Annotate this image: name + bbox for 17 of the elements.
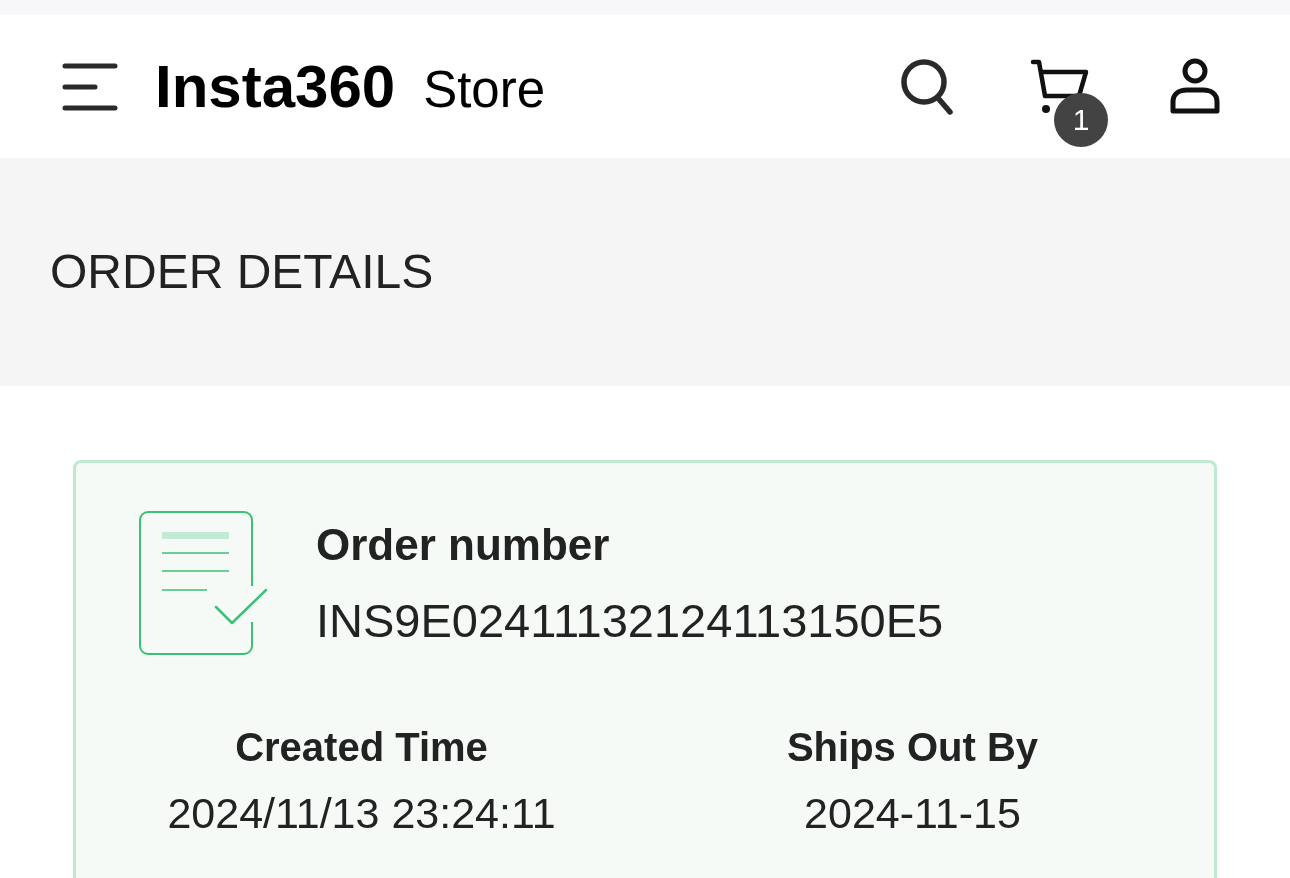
detail-label: Ships Out By (786, 727, 1039, 767)
detail-value: 2024/11/13 23:24:11 (167, 792, 556, 835)
detail-value: 2024-11-15 (804, 792, 1021, 835)
detail-label: Created Time (235, 727, 488, 767)
search-icon (900, 57, 954, 116)
cart-count-badge: 1 (1054, 93, 1108, 147)
user-icon (1168, 57, 1222, 116)
menu-icon (62, 61, 118, 112)
order-number-label: Order number (316, 523, 611, 567)
document-check-icon (138, 510, 268, 657)
search-button[interactable] (899, 56, 955, 117)
menu-button[interactable] (62, 61, 118, 112)
account-button[interactable] (1168, 56, 1222, 117)
cart-button[interactable]: 1 (1029, 58, 1108, 147)
store-logo[interactable]: Insta360 Store (155, 56, 546, 117)
order-number-value: INS9E02411132124113150E5 (316, 597, 944, 644)
page-title: ORDER DETAILS (50, 248, 434, 296)
